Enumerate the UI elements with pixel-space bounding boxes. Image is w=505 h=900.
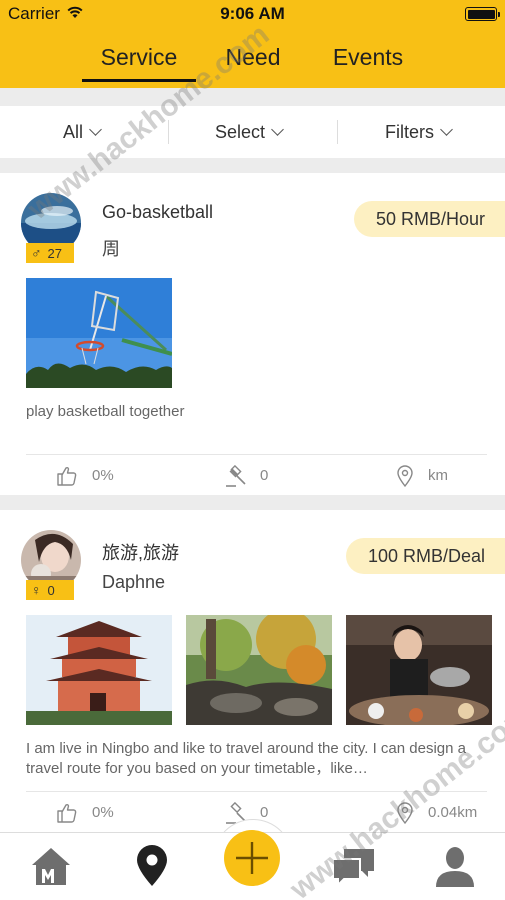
home-icon	[32, 848, 70, 885]
divider	[26, 454, 487, 455]
battery-icon	[465, 7, 500, 21]
divider	[26, 791, 487, 792]
thumbs-up-icon	[57, 466, 77, 486]
divider	[168, 120, 169, 144]
add-button-circle	[224, 830, 280, 886]
likes-stat[interactable]: 0%	[56, 465, 114, 487]
price-badge: 100 RMB/Deal	[345, 538, 505, 574]
gender-age-badge: ♂ 27	[26, 243, 74, 263]
bids-stat[interactable]: 0	[224, 465, 268, 487]
gavel-icon	[226, 465, 246, 487]
service-card[interactable]: ♀ 0 旅游,旅游 Daphne 100 RMB/Deal I am live …	[0, 510, 505, 832]
filter-all-dropdown[interactable]: All	[63, 106, 102, 158]
profile-icon	[436, 847, 474, 887]
tab-need[interactable]: Need	[218, 42, 288, 82]
card-subtitle: 周	[102, 239, 120, 259]
status-bar: Carrier 9:06 AM	[0, 0, 505, 28]
divider	[337, 120, 338, 144]
card-subtitle: Daphne	[102, 572, 166, 592]
gender-age-badge: ♀ 0	[26, 580, 74, 600]
add-icon	[236, 842, 268, 874]
garden-photo[interactable]	[186, 615, 332, 725]
male-icon: ♂	[31, 245, 42, 261]
chat-icon	[332, 849, 374, 888]
price-badge: 50 RMB/Hour	[353, 201, 505, 237]
header: Carrier 9:06 AM Service Need Events	[0, 0, 505, 88]
filter-filters-label: Filters	[385, 122, 434, 142]
likes-stat[interactable]: 0%	[56, 802, 114, 824]
bids-value: 0	[260, 467, 269, 484]
distance-stat: km	[396, 465, 448, 487]
restaurant-photo[interactable]	[346, 615, 492, 725]
bids-value: 0	[260, 804, 269, 821]
pagoda-photo[interactable]	[26, 615, 172, 725]
service-card[interactable]: ♂ 27 Go-basketball 周 50 RMB/Hour play bas…	[0, 173, 505, 495]
add-button[interactable]	[213, 819, 293, 899]
age: 0	[47, 583, 55, 598]
chevron-down-icon	[440, 123, 453, 136]
clock: 9:06 AM	[220, 4, 285, 23]
nav-map[interactable]	[134, 845, 170, 892]
card-title: Go-basketball	[102, 202, 214, 222]
likes-value: 0%	[92, 804, 114, 821]
age: 27	[47, 246, 62, 261]
location-pin-icon	[397, 465, 413, 487]
chevron-down-icon	[89, 123, 102, 136]
filter-select-dropdown[interactable]: Select	[215, 106, 284, 158]
card-description: play basketball together	[26, 403, 185, 420]
thumbs-up-icon	[57, 803, 77, 823]
distance-stat: 0.04km	[396, 802, 477, 824]
nav-messages[interactable]	[330, 845, 378, 892]
distance-value: km	[428, 467, 448, 484]
card-description: I am live in Ningbo and like to travel a…	[26, 740, 466, 777]
filter-filters-dropdown[interactable]: Filters	[385, 106, 453, 158]
female-icon: ♀	[31, 582, 42, 598]
likes-value: 0%	[92, 467, 114, 484]
filter-all-label: All	[63, 122, 84, 142]
location-pin-icon	[397, 802, 413, 824]
nav-home[interactable]	[30, 845, 72, 892]
filter-bar: All Select Filters	[0, 106, 505, 158]
distance-value: 0.04km	[428, 804, 478, 821]
filter-select-label: Select	[215, 122, 266, 142]
chevron-down-icon	[271, 123, 284, 136]
tab-events[interactable]: Events	[326, 42, 410, 82]
map-pin-icon	[137, 845, 167, 886]
tab-service[interactable]: Service	[82, 42, 196, 82]
nav-profile[interactable]	[434, 845, 476, 892]
card-title: 旅游,旅游	[102, 543, 180, 563]
basketball-hoop-photo[interactable]	[26, 278, 172, 388]
